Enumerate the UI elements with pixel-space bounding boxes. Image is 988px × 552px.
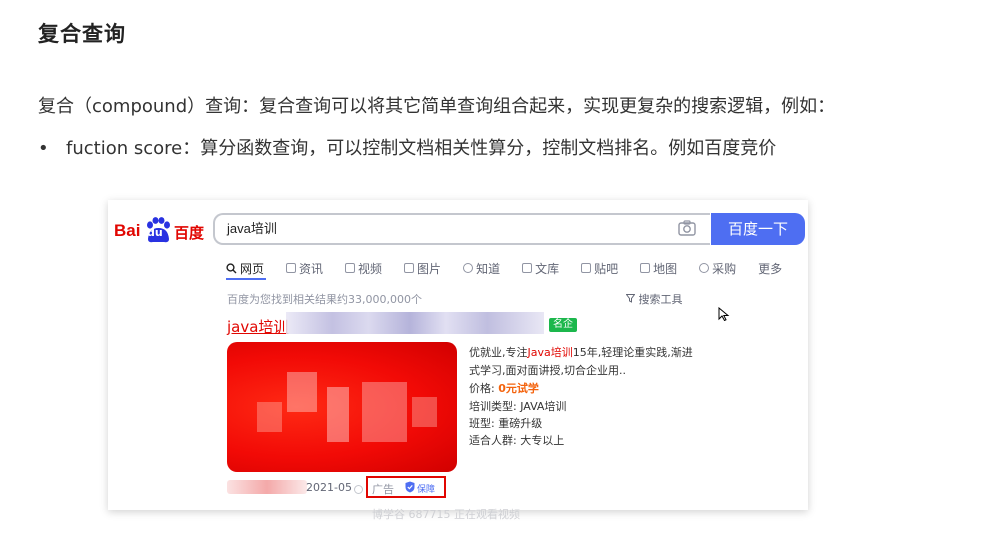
section-heading: 复合查询 bbox=[38, 22, 126, 46]
bullet-text: fuction score：算分函数查询，可以控制文档相关性算分，控制文档排名。… bbox=[66, 138, 777, 159]
tab-video[interactable]: 视频 bbox=[345, 257, 382, 279]
tab-label: 文库 bbox=[535, 261, 560, 276]
ad-label[interactable]: 广告 bbox=[372, 481, 394, 497]
search-tools-label: 搜索工具 bbox=[638, 293, 683, 306]
price-row: 价格: 0元试学 bbox=[469, 380, 539, 396]
image-icon bbox=[404, 263, 415, 273]
tab-label: 地图 bbox=[653, 261, 678, 276]
tab-label: 视频 bbox=[358, 261, 383, 276]
blurred-source bbox=[227, 480, 307, 494]
desc-highlight: Java培训 bbox=[527, 346, 573, 359]
type-value: JAVA培训 bbox=[520, 400, 567, 413]
active-tab-underline bbox=[226, 278, 266, 280]
video-icon bbox=[345, 263, 356, 273]
tab-label: 知道 bbox=[476, 261, 501, 276]
logo-du-text: du bbox=[147, 226, 163, 239]
search-tools-button[interactable]: 搜索工具 bbox=[625, 291, 683, 307]
type-row: 培训类型: JAVA培训 bbox=[469, 398, 566, 414]
search-button[interactable]: 百度一下 bbox=[711, 213, 805, 245]
baidu-screenshot: Bai du 百度 java培训 百度一下 网页 资讯 视频 图片 知道 文库 … bbox=[108, 200, 808, 510]
pixelated-block bbox=[257, 402, 282, 432]
question-icon bbox=[463, 263, 474, 273]
tab-tieba[interactable]: 贴吧 bbox=[581, 257, 618, 279]
news-icon bbox=[286, 263, 297, 273]
desc-text: 优就业,专注 bbox=[469, 346, 528, 359]
tab-label: 采购 bbox=[712, 261, 737, 276]
blurred-title-area bbox=[286, 312, 544, 334]
price-value: 0元试学 bbox=[498, 382, 539, 395]
baidu-logo[interactable]: Bai du 百度 bbox=[114, 217, 206, 243]
tab-map[interactable]: 地图 bbox=[640, 257, 677, 279]
logo-cn-text: 百度 bbox=[174, 224, 205, 242]
tab-wenku[interactable]: 文库 bbox=[522, 257, 559, 279]
bullet-marker: • bbox=[38, 138, 49, 159]
circle-icon bbox=[354, 485, 363, 494]
search-icon bbox=[226, 262, 237, 273]
tab-label: 图片 bbox=[417, 261, 442, 276]
tab-more[interactable]: 更多 bbox=[758, 257, 782, 279]
tab-news[interactable]: 资讯 bbox=[286, 257, 323, 279]
audience-label: 适合人群: bbox=[469, 434, 517, 447]
shield-icon bbox=[405, 481, 415, 493]
ad-image[interactable] bbox=[227, 342, 457, 472]
protect-label[interactable]: 保障 bbox=[417, 482, 435, 495]
tieba-icon bbox=[581, 263, 592, 273]
class-value: 重磅升级 bbox=[498, 417, 543, 430]
pixelated-block bbox=[362, 382, 407, 442]
logo-bai-text: Bai bbox=[114, 221, 141, 240]
class-row: 班型: 重磅升级 bbox=[469, 415, 542, 431]
result-count: 百度为您找到相关结果约33,000,000个 bbox=[227, 293, 422, 306]
tab-zhidao[interactable]: 知道 bbox=[463, 257, 500, 279]
tab-label: 网页 bbox=[240, 261, 265, 276]
tab-web[interactable]: 网页 bbox=[226, 257, 264, 279]
search-input[interactable]: java培训 bbox=[213, 213, 710, 245]
audience-value: 大专以上 bbox=[520, 434, 565, 447]
tab-label: 更多 bbox=[758, 261, 783, 276]
bullet-item: • fuction score：算分函数查询，可以控制文档相关性算分，控制文档排名… bbox=[38, 134, 776, 160]
result-date: 2021-05 bbox=[306, 481, 352, 494]
doc-icon bbox=[522, 263, 533, 273]
video-watermark: 博学谷 687715 正在观看视频 bbox=[372, 508, 520, 521]
tab-label: 资讯 bbox=[299, 261, 324, 276]
result-title-link[interactable]: java培训 bbox=[227, 316, 288, 337]
map-icon bbox=[640, 263, 651, 273]
search-tabs: 网页 资讯 视频 图片 知道 文库 贴吧 地图 采购 更多 bbox=[226, 257, 804, 279]
result-description: 优就业,专注Java培训15年,轻理论重实践,渐进式学习,面对面讲授,切合企业用… bbox=[469, 344, 697, 380]
pixelated-block bbox=[287, 372, 317, 412]
camera-icon[interactable] bbox=[678, 220, 696, 236]
type-label: 培训类型: bbox=[469, 400, 517, 413]
tab-label: 贴吧 bbox=[594, 261, 619, 276]
filter-icon bbox=[625, 294, 636, 303]
tab-image[interactable]: 图片 bbox=[404, 257, 441, 279]
intro-paragraph: 复合（compound）查询：复合查询可以将其它简单查询组合起来，实现更复杂的搜… bbox=[38, 96, 836, 117]
audience-row: 适合人群: 大专以上 bbox=[469, 432, 564, 448]
brand-badge: 名企 bbox=[549, 318, 577, 332]
tab-purchase[interactable]: 采购 bbox=[699, 257, 736, 279]
class-label: 班型: bbox=[469, 417, 495, 430]
pixelated-block bbox=[327, 387, 349, 442]
mouse-cursor-icon bbox=[718, 307, 730, 321]
price-label: 价格: bbox=[469, 382, 495, 395]
purchase-icon bbox=[699, 263, 710, 273]
pixelated-block bbox=[412, 397, 437, 427]
